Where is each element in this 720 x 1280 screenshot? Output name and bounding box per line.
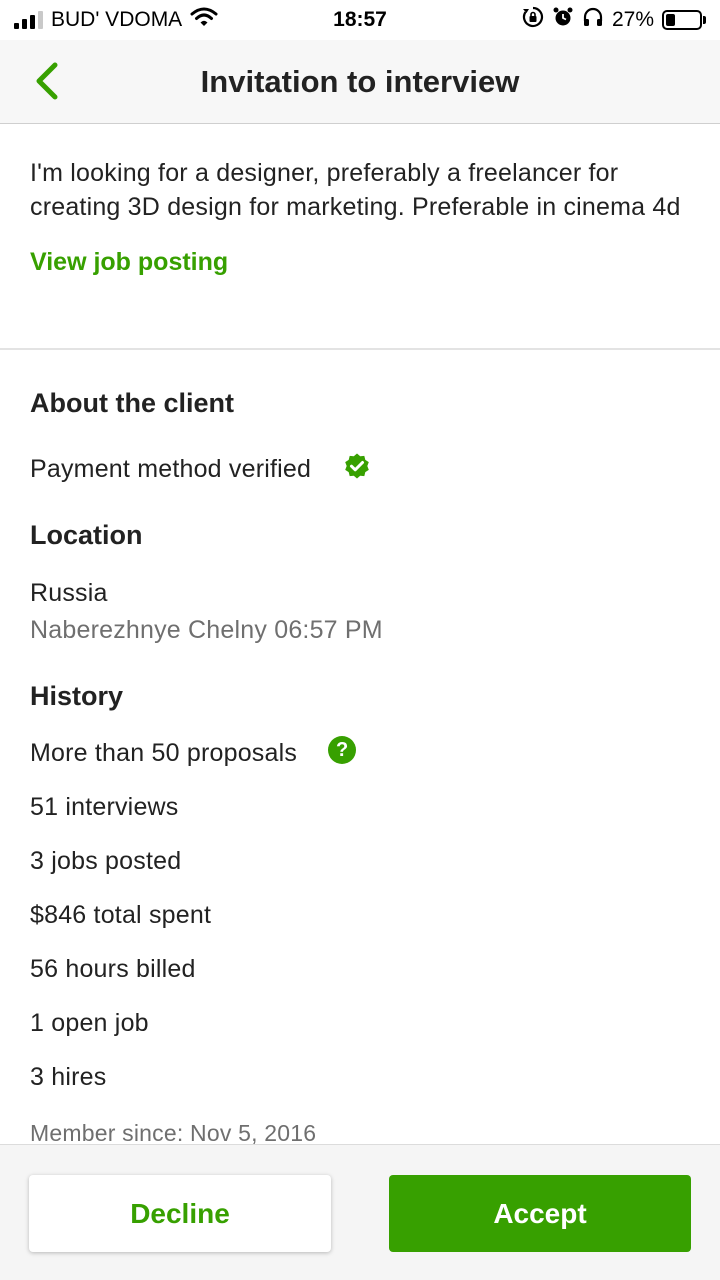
member-since: Member since: Nov 5, 2016 <box>30 1120 317 1146</box>
headphones-icon <box>582 6 604 34</box>
back-button[interactable] <box>26 58 66 104</box>
client-country: Russia <box>30 579 108 607</box>
payment-verified-text: Payment method verified <box>30 455 312 483</box>
interviews-count: 51 interviews <box>30 793 179 821</box>
history-heading: History <box>30 681 124 711</box>
status-right: 27% <box>522 6 706 34</box>
jobs-posted-count: 3 jobs posted <box>30 847 182 875</box>
proposals-text: More than 50 proposals <box>30 739 298 767</box>
job-description: I'm looking for a designer, preferably a… <box>30 159 681 221</box>
carrier-name: BUD' VDOMA <box>51 8 183 31</box>
client-city-time: Naberezhnye Chelny 06:57 PM <box>30 616 383 644</box>
hires-count: 3 hires <box>30 1063 107 1091</box>
bottom-action-bar: Decline Accept <box>0 1144 720 1280</box>
battery-fill <box>666 14 675 26</box>
location-heading: Location <box>30 520 143 550</box>
open-jobs-count: 1 open job <box>30 1009 149 1037</box>
orientation-lock-icon <box>522 6 544 34</box>
payment-verified-row: Payment method verified <box>30 453 372 484</box>
page-title: Invitation to interview <box>200 63 520 99</box>
job-description-section: I'm looking for a designer, preferably a… <box>0 124 720 350</box>
verified-check-icon <box>345 453 370 479</box>
wifi-icon <box>190 6 218 34</box>
battery-icon <box>662 10 706 30</box>
about-client-heading: About the client <box>30 388 234 418</box>
hours-billed: 56 hours billed <box>30 955 196 983</box>
status-left: BUD' VDOMA <box>14 6 218 34</box>
accept-button[interactable]: Accept <box>389 1175 691 1252</box>
decline-button[interactable]: Decline <box>29 1175 331 1252</box>
total-spent: $846 total spent <box>30 901 212 929</box>
chevron-left-icon <box>36 62 58 100</box>
screen: BUD' VDOMA 18:57 27% Invitation to inter… <box>0 0 720 1280</box>
nav-header: Invitation to interview <box>0 40 720 124</box>
signal-icon <box>14 11 43 29</box>
battery-percent: 27% <box>611 8 654 31</box>
help-question-icon[interactable]: ? <box>328 736 357 765</box>
proposals-row: More than 50 proposals ? <box>30 736 357 768</box>
alarm-icon <box>552 6 574 34</box>
status-bar: BUD' VDOMA 18:57 27% <box>0 0 720 40</box>
view-job-posting-link[interactable]: View job posting <box>30 248 228 277</box>
